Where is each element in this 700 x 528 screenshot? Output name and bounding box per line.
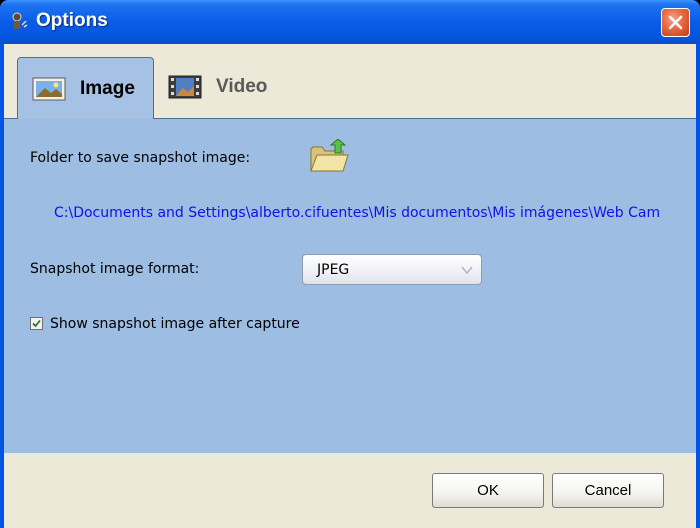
checkmark-icon xyxy=(32,319,41,328)
film-icon xyxy=(168,75,202,99)
chevron-down-icon xyxy=(461,266,473,275)
tab-video-label: Video xyxy=(216,76,268,97)
tab-image[interactable]: Image xyxy=(17,57,154,119)
picture-icon xyxy=(32,77,66,100)
folder-label: Folder to save snapshot image: xyxy=(30,150,251,166)
show-after-capture-checkbox[interactable] xyxy=(30,317,43,330)
webcam-app-icon xyxy=(12,12,28,29)
open-folder-icon[interactable] xyxy=(308,139,350,175)
show-after-capture-label[interactable]: Show snapshot image after capture xyxy=(50,316,300,332)
format-select[interactable]: JPEG xyxy=(302,254,482,285)
tab-strip: Image Video xyxy=(4,44,696,119)
format-select-value: JPEG xyxy=(317,261,350,278)
folder-path-link[interactable]: C:\Documents and Settings\alberto.cifuen… xyxy=(54,203,664,223)
tab-video[interactable]: Video xyxy=(164,62,284,112)
close-icon xyxy=(668,15,683,30)
options-dialog: Options Image Video Folder to save snaps… xyxy=(0,0,700,528)
tab-image-label: Image xyxy=(80,77,135,99)
format-label: Snapshot image format: xyxy=(30,261,200,277)
title-bar[interactable]: Options xyxy=(0,0,700,44)
cancel-button[interactable]: Cancel xyxy=(552,473,664,508)
ok-button[interactable]: OK xyxy=(432,473,544,508)
dialog-content: Image Video Folder to save snapshot imag… xyxy=(4,44,696,528)
image-tab-panel: Folder to save snapshot image: C:\Docume… xyxy=(4,118,696,453)
dialog-footer: OK Cancel xyxy=(4,453,696,528)
window-title: Options xyxy=(36,10,108,31)
close-button[interactable] xyxy=(661,8,690,37)
